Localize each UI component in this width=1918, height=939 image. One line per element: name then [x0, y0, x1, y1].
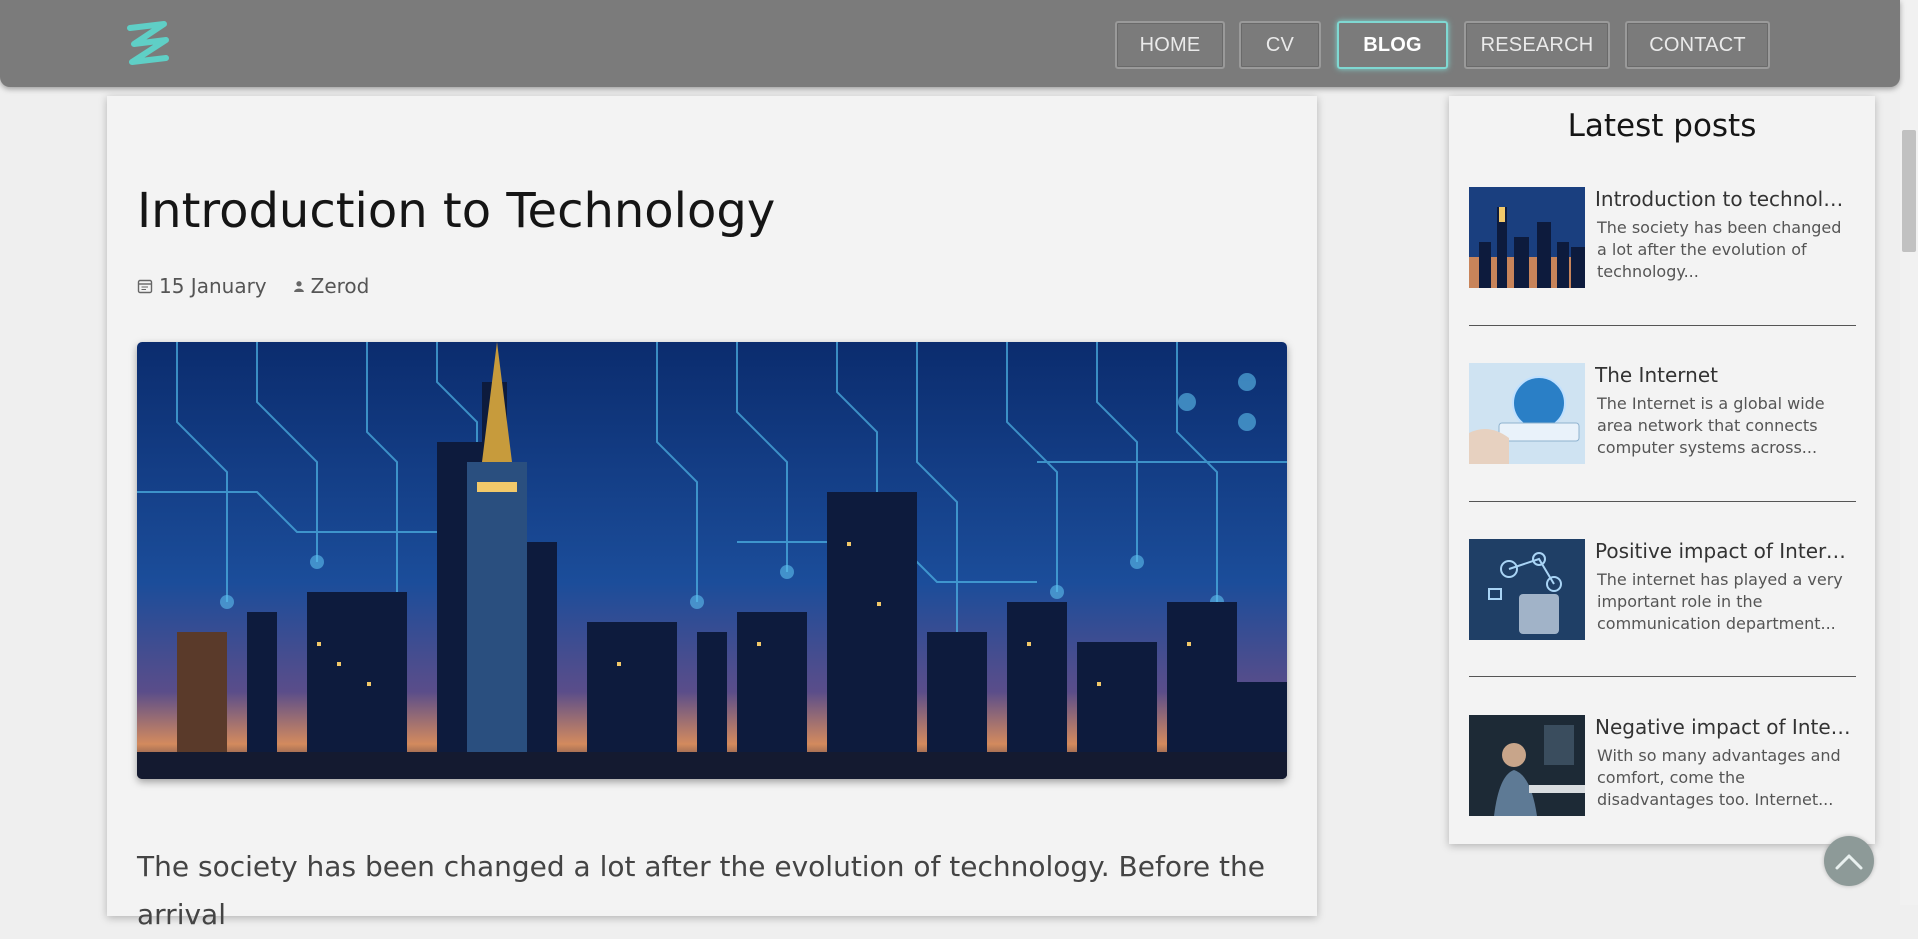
post-excerpt: The internet has played a very important… [1597, 570, 1843, 633]
post-excerpt: The society has been changed a lot after… [1597, 218, 1842, 281]
post-divider [1469, 676, 1856, 677]
post-title[interactable]: Negative impact of Intern... [1595, 715, 1855, 739]
post-thumbnail-social-icons-image[interactable] [1469, 539, 1585, 640]
nav-cv[interactable]: CV [1239, 21, 1321, 69]
article-title: Introduction to Technology [137, 183, 776, 239]
scrollbar-thumb[interactable] [1902, 130, 1916, 252]
latest-post-item[interactable]: Positive impact of Interne... The intern… [1469, 539, 1856, 671]
post-thumbnail-globe-laptop-image[interactable] [1469, 363, 1585, 464]
post-excerpt: The Internet is a global wide area netwo… [1597, 394, 1825, 457]
post-thumbnail-city-image[interactable] [1469, 187, 1585, 288]
latest-post-item[interactable]: The Internet The Internet is a global wi… [1469, 363, 1856, 495]
article-meta: 15 January Zerod [137, 274, 369, 298]
page-scrollbar[interactable] [1900, 0, 1918, 905]
post-title[interactable]: Introduction to technology [1595, 187, 1855, 211]
latest-post-item[interactable]: Introduction to technology The society h… [1469, 187, 1856, 319]
nav-contact[interactable]: CONTACT [1625, 21, 1770, 69]
post-thumbnail-man-at-desk-image[interactable] [1469, 715, 1585, 816]
article-card: Introduction to Technology 15 January Ze… [107, 96, 1317, 931]
city-skyline-circuit-image [137, 342, 1287, 779]
post-title[interactable]: Positive impact of Interne... [1595, 539, 1855, 563]
nav-blog[interactable]: BLOG [1337, 21, 1448, 69]
nav-home[interactable]: HOME [1115, 21, 1225, 69]
post-excerpt: With so many advantages and comfort, com… [1597, 746, 1841, 809]
latest-post-item[interactable]: Negative impact of Intern... With so man… [1469, 715, 1856, 847]
post-title[interactable]: The Internet [1595, 363, 1855, 387]
sidebar-title: Latest posts [1567, 108, 1757, 144]
chevron-up-icon [1835, 854, 1863, 870]
top-navbar: HOME CV BLOG RESEARCH CONTACT [0, 0, 1900, 87]
post-divider [1469, 501, 1856, 502]
back-to-top-button[interactable] [1824, 836, 1874, 886]
user-icon [293, 281, 304, 292]
post-divider [1469, 325, 1856, 326]
article-body: The society has been changed a lot after… [137, 850, 1265, 931]
article-date: 15 January [159, 274, 267, 298]
calendar-icon [137, 279, 153, 294]
nav-research[interactable]: RESEARCH [1464, 21, 1610, 69]
article-author[interactable]: Zerod [311, 274, 370, 298]
z-logo-icon[interactable] [122, 18, 174, 70]
latest-posts-sidebar: Latest posts Introduction to technology … [1449, 96, 1875, 844]
